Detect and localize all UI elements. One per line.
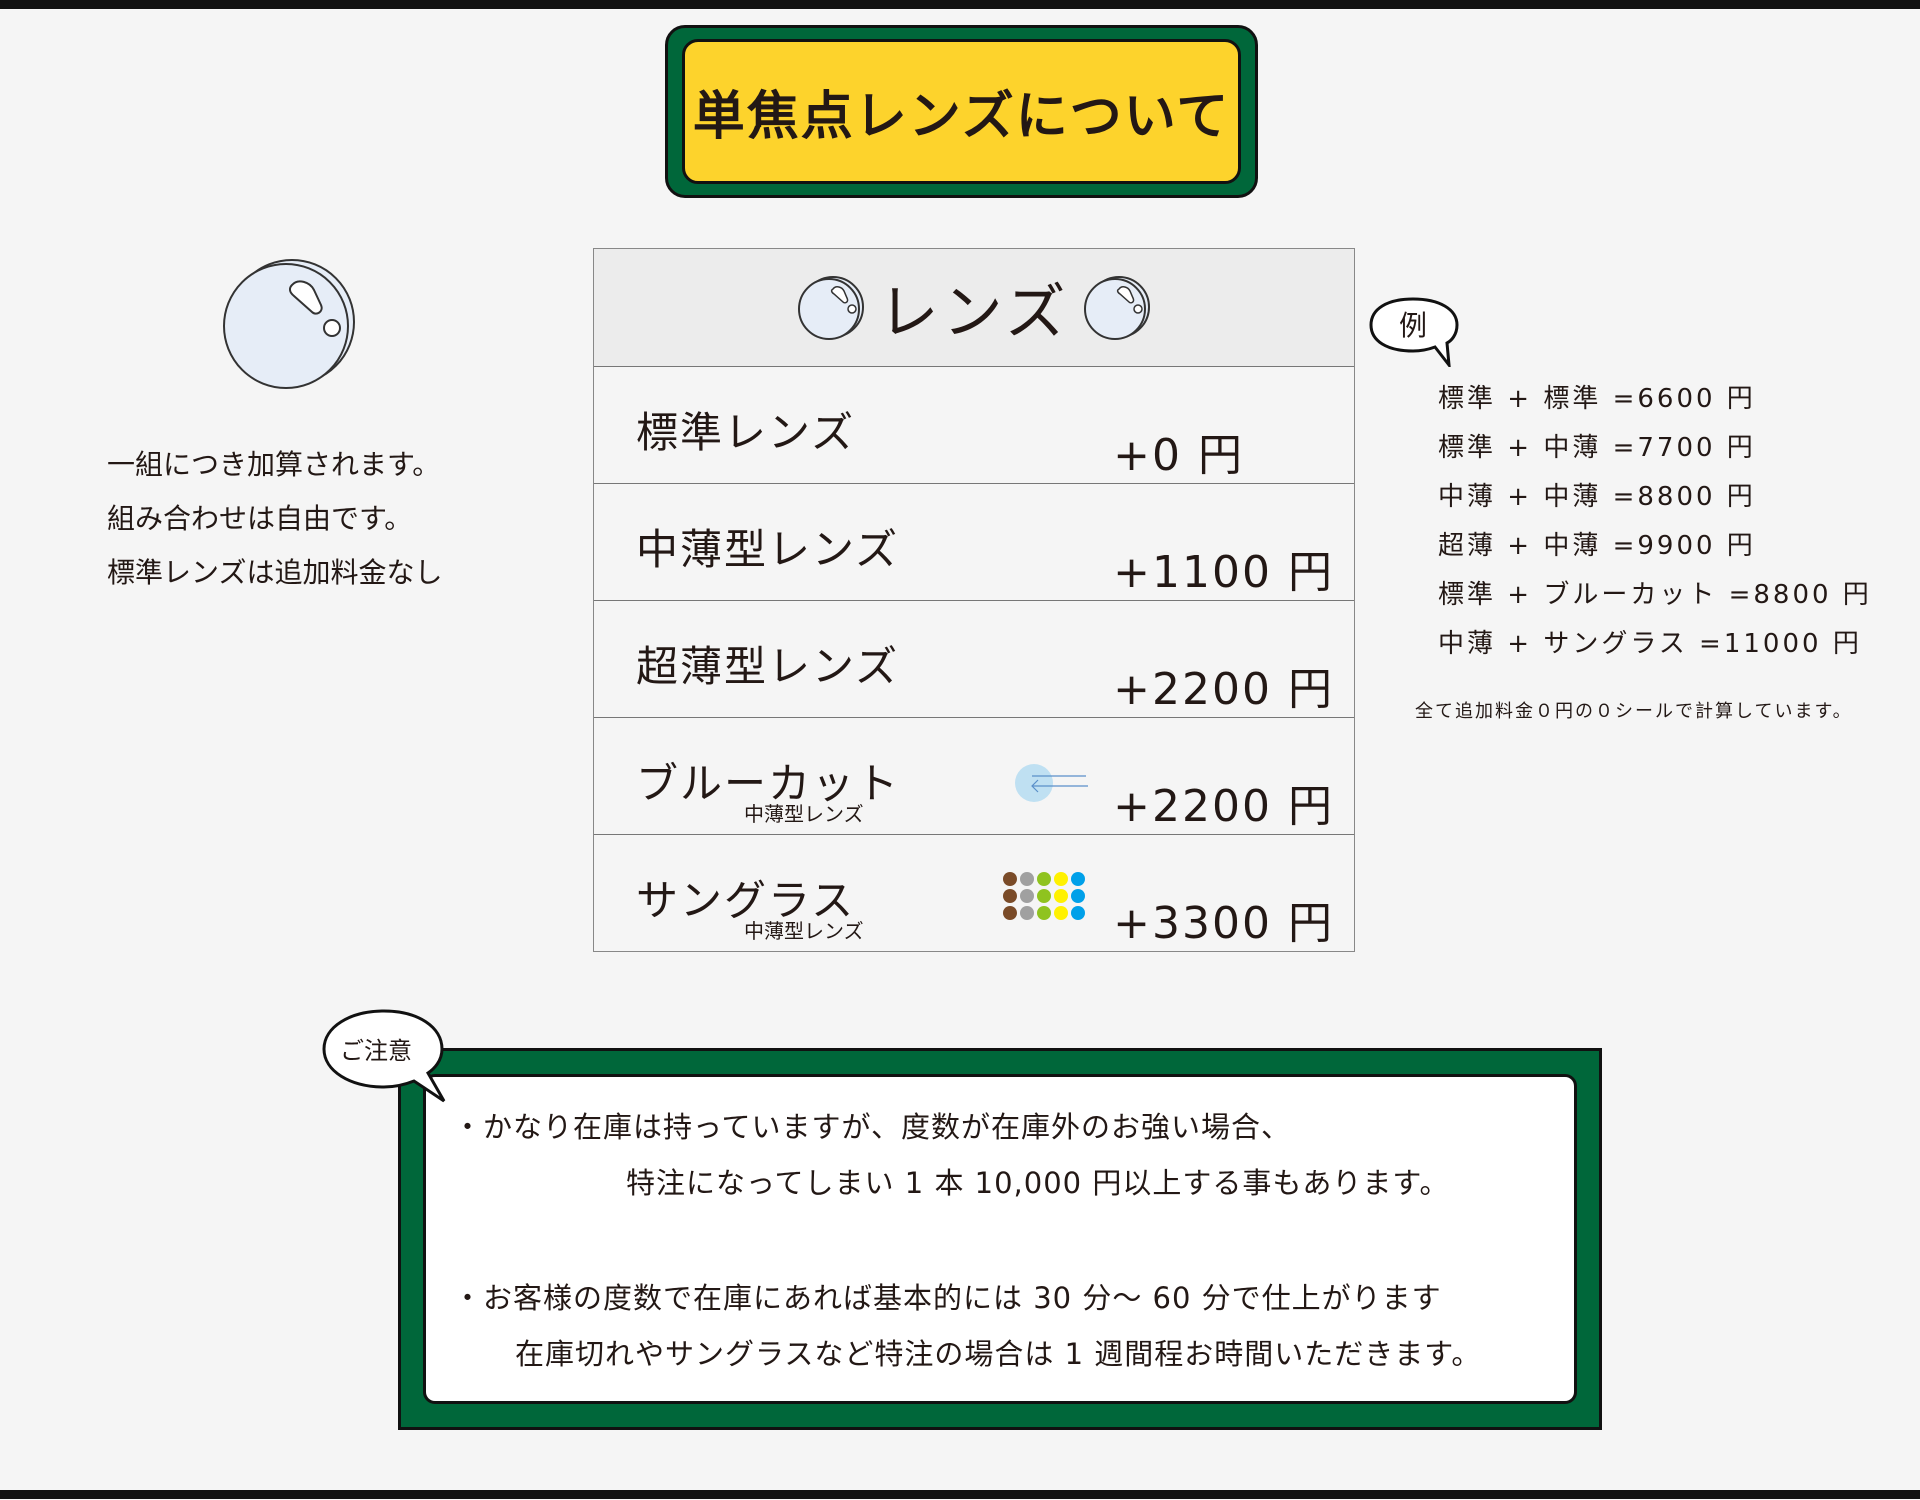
bottom-border: [0, 1490, 1920, 1499]
notice-box: ・かなり在庫は持っていますが、度数が在庫外のお強い場合、 特注になってしまい 1…: [398, 1048, 1602, 1430]
lens-price: +3300 円: [1113, 898, 1334, 949]
example-footnote: 全て追加料金０円の０シールで計算しています。: [1415, 701, 1853, 722]
title-plate: 単焦点レンズについて: [665, 25, 1258, 198]
table-row: 中薄型レンズ +1100 円: [594, 484, 1354, 601]
notice-box-inner: ・かなり在庫は持っていますが、度数が在庫外のお強い場合、 特注になってしまい 1…: [423, 1074, 1577, 1404]
title-plate-inner: 単焦点レンズについて: [682, 39, 1241, 184]
note-line: 一組につき加算されます。: [107, 448, 441, 481]
example-bubble-label: 例: [1399, 309, 1427, 342]
note-line: 標準レンズは追加料金なし: [107, 556, 443, 589]
table-row: サングラス 中薄型レンズ +3300 円: [594, 835, 1354, 951]
example-line: 中薄 + 中薄 =8800 円: [1438, 482, 1756, 512]
table-header-label: レンズ: [878, 278, 1070, 348]
lens-subtype: 中薄型レンズ: [744, 802, 864, 826]
notice-line: ・お客様の度数で在庫にあれば基本的には 30 分～ 60 分で仕上がります: [453, 1281, 1442, 1315]
lens-price: +0 円: [1113, 430, 1244, 481]
example-line: 超薄 + 中薄 =9900 円: [1438, 531, 1756, 561]
lens-subtype: 中薄型レンズ: [744, 919, 864, 943]
example-line: 標準 + 標準 =6600 円: [1438, 384, 1756, 414]
lens-icon: [223, 259, 355, 389]
table-row: 標準レンズ +0 円: [594, 367, 1354, 484]
notice-line: ・かなり在庫は持っていますが、度数が在庫外のお強い場合、: [453, 1110, 1291, 1144]
example-line: 中薄 + サングラス =11000 円: [1438, 629, 1862, 659]
example-list: 標準 + 標準 =6600 円 標準 + 中薄 =7700 円 中薄 + 中薄 …: [1438, 378, 1872, 672]
table-row: ブルーカット 中薄型レンズ +2200 円: [594, 718, 1354, 835]
lens-price: +2200 円: [1113, 781, 1334, 832]
lens-name: 中薄型レンズ: [636, 525, 900, 574]
top-border: [0, 0, 1920, 9]
bluecut-light-icon: [1015, 764, 1088, 802]
notice-line: 在庫切れやサングラスなど特注の場合は 1 週間程お時間いただきます。: [515, 1337, 1482, 1371]
lens-icon: [1084, 275, 1151, 340]
lens-name: 超薄型レンズ: [636, 642, 900, 691]
lens-price-table: レンズ 標準レンズ +0 円 中薄型レンズ +1100 円 超薄型レンズ +22…: [593, 248, 1355, 952]
speech-bubble-icon: ご注意: [322, 1009, 446, 1103]
left-notes: 一組につき加算されます。 組み合わせは自由です。 標準レンズは追加料金なし: [107, 438, 442, 600]
notice-line: 特注になってしまい 1 本 10,000 円以上する事もあります。: [626, 1166, 1450, 1200]
lens-name: 標準レンズ: [636, 408, 856, 457]
lens-price: +2200 円: [1113, 664, 1334, 715]
speech-bubble-icon: 例: [1369, 297, 1459, 367]
table-row: 超薄型レンズ +2200 円: [594, 601, 1354, 718]
example-line: 標準 + ブルーカット =8800 円: [1438, 580, 1872, 610]
lens-price: +1100 円: [1113, 547, 1334, 598]
color-dots-icon: [1003, 872, 1085, 920]
example-line: 標準 + 中薄 =7700 円: [1438, 433, 1756, 463]
note-line: 組み合わせは自由です。: [107, 502, 413, 535]
lens-icon: [797, 275, 864, 340]
table-header: レンズ: [594, 249, 1354, 367]
page-title: 単焦点レンズについて: [692, 87, 1231, 147]
notice-bubble-label: ご注意: [340, 1037, 412, 1065]
